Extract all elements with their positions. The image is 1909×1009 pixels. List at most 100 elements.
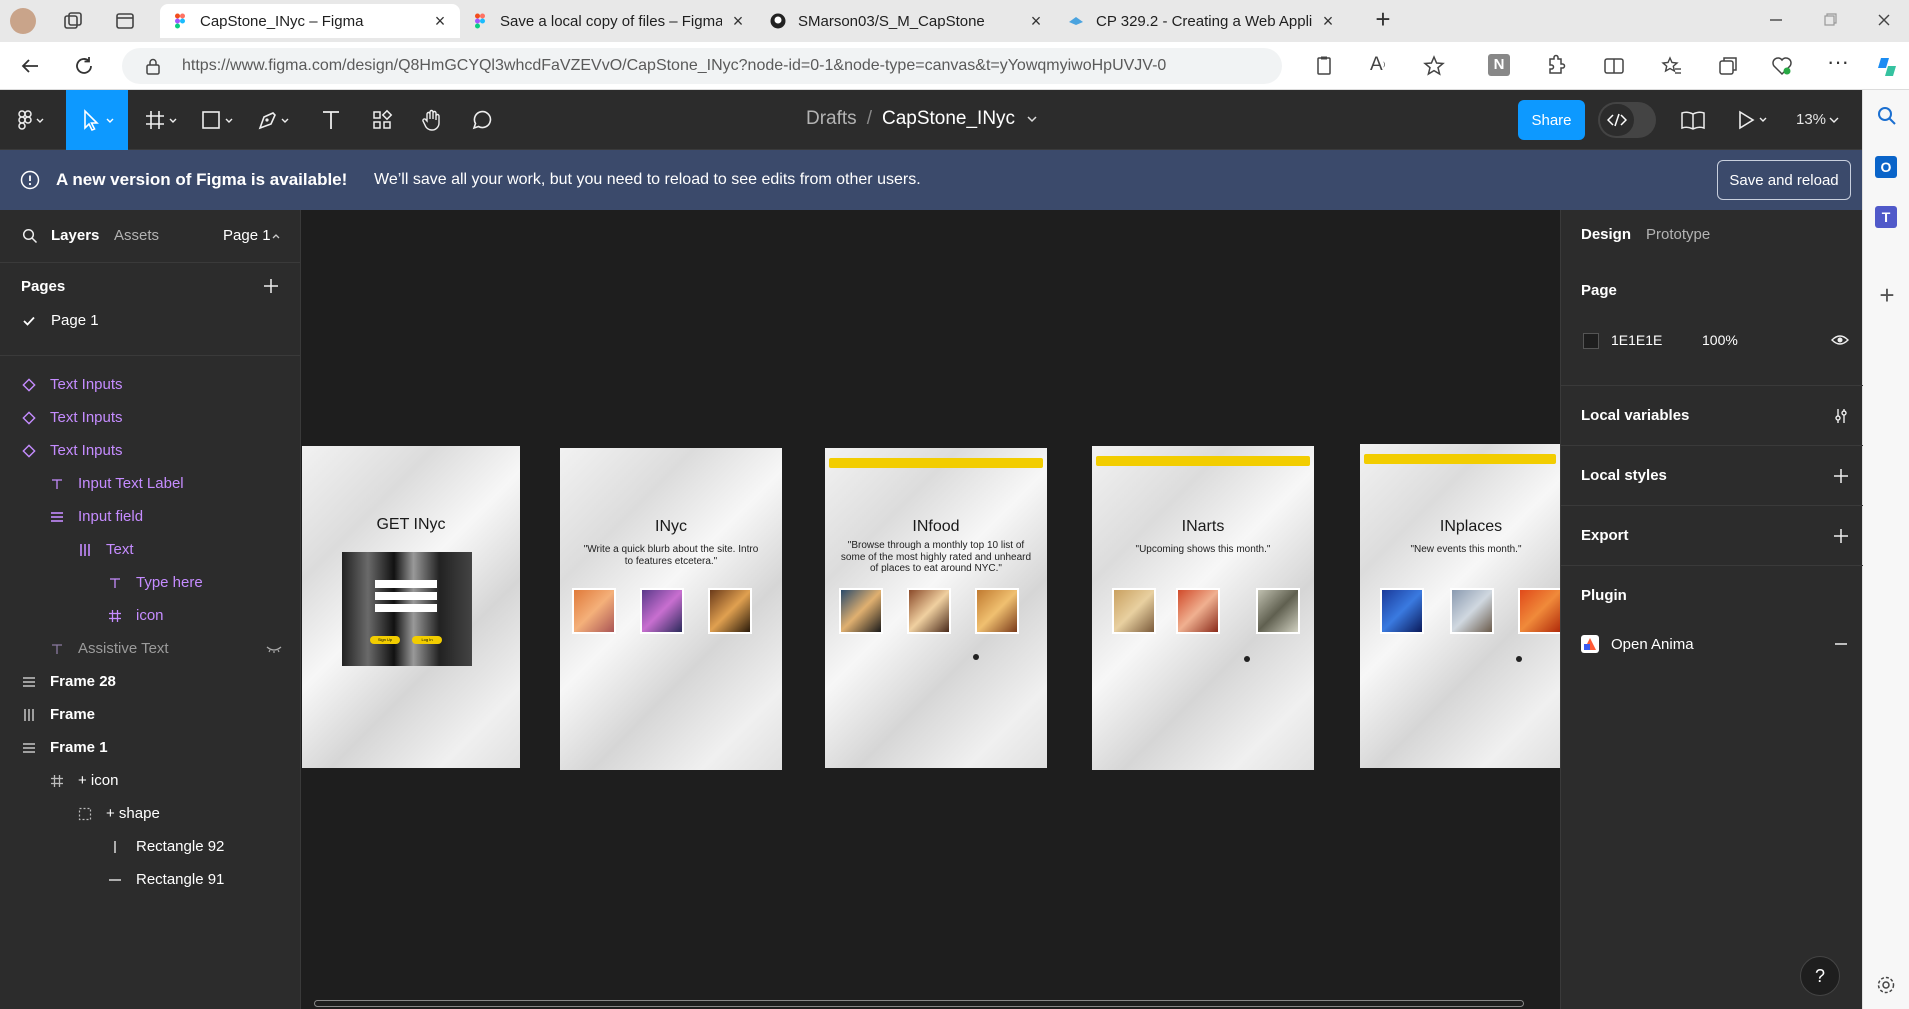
chevron-down-icon[interactable] (1025, 112, 1039, 126)
layer-row[interactable]: Assistive Text (0, 632, 300, 665)
teams-icon[interactable]: T (1875, 206, 1899, 230)
collapse-minus-icon[interactable] (1833, 636, 1849, 652)
lock-icon[interactable] (144, 57, 162, 75)
layer-row[interactable]: Text (0, 533, 300, 566)
tab-github[interactable]: SMarson03/S_M_CapStone × (758, 4, 1056, 38)
page-list-item[interactable]: Page 1 (0, 305, 300, 337)
back-icon[interactable] (18, 54, 42, 78)
favorites-icon[interactable] (1660, 54, 1684, 78)
frame-infood[interactable]: INfood "Browse through a monthly top 10 … (825, 448, 1047, 768)
extensions-icon[interactable] (1542, 54, 1566, 78)
layer-row[interactable]: Frame 28 (0, 665, 300, 698)
more-options-icon[interactable]: ··· (1826, 51, 1850, 78)
chevron-down-icon[interactable] (1828, 114, 1840, 126)
layer-row[interactable]: Input Text Label (0, 467, 300, 500)
tab-assets[interactable]: Assets (114, 227, 159, 244)
profile-avatar[interactable] (10, 8, 36, 34)
dev-mode-toggle[interactable] (1598, 102, 1656, 138)
tab-figma-save-local[interactable]: Save a local copy of files – Figma × (460, 4, 758, 38)
frame-inarts[interactable]: INarts "Upcoming shows this month." (1092, 446, 1314, 770)
add-sidebar-app-icon[interactable]: + (1875, 282, 1899, 308)
layer-row[interactable]: + icon (0, 764, 300, 797)
page-opacity[interactable]: 100% (1702, 332, 1738, 348)
layer-row[interactable]: Text Inputs (0, 401, 300, 434)
layer-row[interactable]: Input field (0, 500, 300, 533)
close-icon[interactable]: × (730, 12, 746, 30)
tab-actions-icon[interactable] (114, 10, 136, 32)
tab-layers[interactable]: Layers (51, 227, 99, 244)
layer-row[interactable]: Rectangle 92 (0, 830, 300, 863)
close-icon[interactable]: × (1320, 12, 1336, 30)
layer-row[interactable]: + shape (0, 797, 300, 830)
split-screen-icon[interactable] (1602, 54, 1626, 78)
new-tab-icon[interactable]: + (1372, 6, 1394, 32)
comment-tool-icon[interactable] (464, 90, 500, 150)
text-tool-icon[interactable] (314, 90, 348, 150)
library-book-icon[interactable] (1680, 108, 1706, 132)
adjust-variables-icon[interactable] (1832, 407, 1850, 425)
frame-inyc[interactable]: INyc "Write a quick blurb about the site… (560, 448, 782, 770)
close-icon[interactable]: × (432, 12, 448, 30)
restore-icon[interactable] (1820, 10, 1840, 30)
save-and-reload-button[interactable]: Save and reload (1717, 160, 1851, 200)
read-aloud-icon[interactable]: A⁾ (1370, 54, 1394, 78)
layer-name: + shape (106, 805, 160, 822)
layer-row[interactable]: Text Inputs (0, 368, 300, 401)
frame-inplaces[interactable]: INplaces "New events this month." (1360, 444, 1560, 768)
tab-title: CapStone_INyc – Figma (200, 12, 364, 30)
favorite-star-icon[interactable] (1422, 54, 1446, 78)
page-color-hex[interactable]: 1E1E1E (1611, 332, 1662, 348)
minimize-icon[interactable] (1766, 10, 1786, 30)
design-canvas[interactable]: GET INyc Sign Up Log In INyc "Write a qu… (302, 210, 1560, 1009)
frame-tool-icon[interactable] (140, 90, 184, 150)
close-icon[interactable]: × (1028, 12, 1044, 30)
copilot-icon[interactable] (1874, 54, 1898, 78)
close-window-icon[interactable] (1874, 10, 1894, 30)
layer-row[interactable]: Rectangle 91 (0, 863, 300, 896)
collections-icon[interactable] (1716, 54, 1740, 78)
tab-prototype[interactable]: Prototype (1646, 226, 1710, 243)
resources-icon[interactable] (364, 90, 400, 150)
reading-mode-icon[interactable] (1312, 54, 1336, 78)
workspaces-icon[interactable] (62, 10, 84, 32)
layer-row[interactable]: Type here (0, 566, 300, 599)
horizontal-scrollbar[interactable] (314, 1000, 1524, 1007)
autolayout-horizontal-icon (76, 541, 94, 559)
file-name[interactable]: CapStone_INyc (882, 108, 1015, 130)
layer-row[interactable]: Frame 1 (0, 731, 300, 764)
frame-get-inyc[interactable]: GET INyc Sign Up Log In (302, 446, 520, 768)
main-menu-figma-icon[interactable] (10, 90, 54, 150)
tab-design[interactable]: Design (1581, 226, 1631, 243)
plugin-name[interactable]: Open Anima (1611, 636, 1694, 653)
hand-tool-icon[interactable] (414, 90, 450, 150)
layer-row[interactable]: icon (0, 599, 300, 632)
add-page-icon[interactable] (262, 277, 280, 295)
zoom-level[interactable]: 13% (1796, 111, 1826, 128)
breadcrumb-drafts[interactable]: Drafts (806, 108, 857, 130)
help-question-icon[interactable]: ? (1800, 956, 1840, 996)
chevron-up-icon[interactable] (271, 231, 281, 241)
search-icon[interactable] (22, 228, 38, 244)
refresh-icon[interactable] (72, 54, 96, 78)
search-icon[interactable] (1875, 104, 1899, 128)
shape-tool-icon[interactable] (196, 90, 240, 150)
page-selector[interactable]: Page 1 (223, 227, 271, 244)
share-button[interactable]: Share (1518, 100, 1585, 140)
eye-visibility-icon[interactable] (1831, 332, 1849, 348)
tab-figma-capstone[interactable]: CapStone_INyc – Figma × (160, 4, 460, 38)
notion-extension-icon[interactable]: N (1488, 54, 1512, 78)
add-export-icon[interactable] (1832, 527, 1850, 545)
outlook-icon[interactable]: O (1875, 156, 1899, 180)
layer-row[interactable]: Text Inputs (0, 434, 300, 467)
page-color-swatch[interactable] (1583, 333, 1599, 349)
add-style-icon[interactable] (1832, 467, 1850, 485)
move-tool-icon[interactable] (66, 90, 128, 150)
browser-essentials-icon[interactable] (1770, 54, 1794, 78)
layer-row[interactable]: Frame (0, 698, 300, 731)
pen-tool-icon[interactable] (252, 90, 296, 150)
tab-course[interactable]: CP 329.2 - Creating a Web Applic × (1056, 4, 1348, 38)
address-bar[interactable]: https://www.figma.com/design/Q8HmGCYQl3w… (122, 48, 1282, 84)
settings-gear-icon[interactable] (1875, 974, 1899, 998)
hidden-eye-icon[interactable] (266, 642, 282, 656)
present-play-icon[interactable] (1736, 108, 1776, 132)
